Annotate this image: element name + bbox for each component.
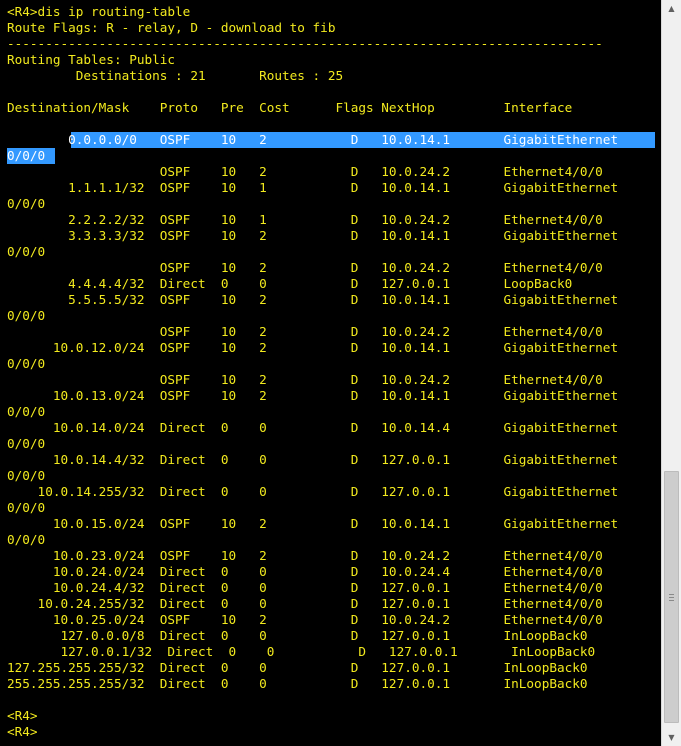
scroll-down-button[interactable]: ▼ — [662, 729, 681, 746]
vertical-scrollbar[interactable]: ▲ ▼ — [661, 0, 681, 746]
terminal-output[interactable]: <R4>dis ip routing-table Route Flags: R -… — [0, 0, 661, 746]
terminal-line: <R4> — [7, 708, 38, 723]
terminal-line: 0/0/0 — [7, 356, 46, 371]
terminal-line: OSPF 10 2 D 10.0.24.2 Ethernet4/0/0 — [7, 260, 603, 275]
terminal-line: 10.0.15.0/24 OSPF 10 2 D 10.0.14.1 Gigab… — [7, 516, 619, 531]
terminal-line: <R4> — [7, 724, 38, 739]
terminal-line: 127.0.0.1/32 Direct 0 0 D 127.0.0.1 InLo… — [7, 644, 596, 659]
terminal-line: 0/0/0 — [7, 436, 46, 451]
terminal-line: 0/0/0 — [7, 196, 46, 211]
terminal-line: 127.0.0.0/8 Direct 0 0 D 127.0.0.1 InLoo… — [7, 628, 588, 643]
scroll-up-button[interactable]: ▲ — [662, 0, 681, 17]
terminal-line: 255.255.255.255/32 Direct 0 0 D 127.0.0.… — [7, 676, 588, 691]
terminal-line: 10.0.14.255/32 Direct 0 0 D 127.0.0.1 Gi… — [7, 484, 619, 499]
thumb-grip-line — [669, 597, 674, 598]
terminal-line: 10.0.14.4/32 Direct 0 0 D 127.0.0.1 Giga… — [7, 452, 619, 467]
terminal-line: OSPF 10 2 D 10.0.24.2 Ethernet4/0/0 — [7, 164, 603, 179]
triangle-up-icon: ▲ — [668, 4, 675, 13]
terminal-line: OSPF 10 2 D 10.0.24.2 Ethernet4/0/0 — [7, 324, 603, 339]
terminal-line: 0/0/0 — [7, 148, 46, 163]
terminal-line: 5.5.5.5/32 OSPF 10 2 D 10.0.14.1 Gigabit… — [7, 292, 619, 307]
terminal-line: 3.3.3.3/32 OSPF 10 2 D 10.0.14.1 Gigabit… — [7, 228, 619, 243]
terminal-line: 1.1.1.1/32 OSPF 10 1 D 10.0.14.1 Gigabit… — [7, 180, 619, 195]
terminal-line: 2.2.2.2/32 OSPF 10 1 D 10.0.24.2 Etherne… — [7, 212, 603, 227]
terminal-line: 10.0.14.0/24 Direct 0 0 D 10.0.14.4 Giga… — [7, 420, 619, 435]
top-cutoff-strip — [0, 0, 661, 3]
terminal-line: 10.0.23.0/24 OSPF 10 2 D 10.0.24.2 Ether… — [7, 548, 603, 563]
terminal-line: 10.0.12.0/24 OSPF 10 2 D 10.0.14.1 Gigab… — [7, 340, 619, 355]
terminal-line: OSPF 10 2 D 10.0.24.2 Ethernet4/0/0 — [7, 372, 603, 387]
terminal-line: 0/0/0 — [7, 532, 46, 547]
terminal-line: 0.0.0.0/0 OSPF 10 2 D 10.0.14.1 GigabitE… — [7, 132, 619, 147]
terminal-line: Destinations : 21 Routes : 25 — [7, 68, 344, 83]
terminal-line: 0/0/0 — [7, 468, 46, 483]
terminal-line: 0/0/0 — [7, 244, 46, 259]
terminal-line: 0/0/0 — [7, 404, 46, 419]
terminal-line: 10.0.24.4/32 Direct 0 0 D 127.0.0.1 Ethe… — [7, 580, 603, 595]
terminal-line: 10.0.13.0/24 OSPF 10 2 D 10.0.14.1 Gigab… — [7, 388, 619, 403]
terminal-line: 0/0/0 — [7, 308, 46, 323]
terminal-line: 4.4.4.4/32 Direct 0 0 D 127.0.0.1 LoopBa… — [7, 276, 573, 291]
terminal-line: Destination/Mask Proto Pre Cost Flags Ne… — [7, 100, 573, 115]
terminal-line: 10.0.24.0/24 Direct 0 0 D 10.0.24.4 Ethe… — [7, 564, 603, 579]
terminal-line: 10.0.25.0/24 OSPF 10 2 D 10.0.24.2 Ether… — [7, 612, 603, 627]
terminal-line: 0/0/0 — [7, 500, 46, 515]
thumb-grip-line — [669, 594, 674, 595]
thumb-grip-line — [669, 600, 674, 601]
terminal-line: 127.255.255.255/32 Direct 0 0 D 127.0.0.… — [7, 660, 588, 675]
terminal-line: 10.0.24.255/32 Direct 0 0 D 127.0.0.1 Et… — [7, 596, 603, 611]
terminal-line: Routing Tables: Public — [7, 52, 176, 67]
terminal-line: <R4>dis ip routing-table — [7, 4, 191, 19]
terminal-line: ----------------------------------------… — [7, 36, 603, 51]
scrollbar-thumb[interactable] — [664, 471, 679, 723]
triangle-down-icon: ▼ — [668, 733, 675, 742]
terminal-line: Route Flags: R - relay, D - download to … — [7, 20, 336, 35]
